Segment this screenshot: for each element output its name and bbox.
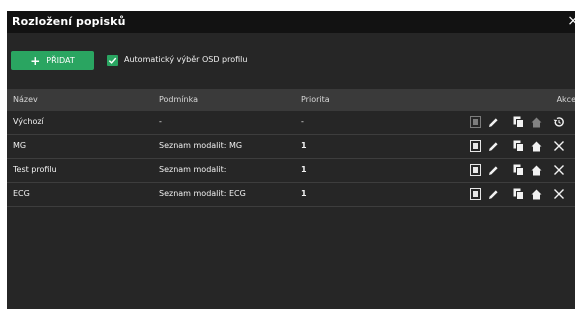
row-name: Test profilu xyxy=(13,165,57,174)
row-condition: Seznam modalit: ECG xyxy=(159,189,246,198)
column-header-actions: Akce xyxy=(556,95,575,104)
row-name: Výchozí xyxy=(13,117,44,126)
row-actions xyxy=(465,159,575,182)
edit-icon[interactable] xyxy=(487,116,499,128)
edit-icon[interactable] xyxy=(487,164,499,176)
toolbar: + PŘIDAT Automatický výběr OSD profilu xyxy=(7,49,575,73)
row-name: MG xyxy=(13,141,27,150)
close-icon[interactable]: × xyxy=(567,13,575,29)
delete-icon[interactable] xyxy=(553,188,565,200)
auto-osd-checkbox[interactable] xyxy=(107,55,118,66)
row-actions xyxy=(465,111,575,134)
row-actions xyxy=(465,135,575,158)
column-header-condition[interactable]: Podmínka xyxy=(159,95,198,104)
copy-icon[interactable] xyxy=(512,164,524,176)
add-button[interactable]: + PŘIDAT xyxy=(11,51,94,70)
add-button-label: PŘIDAT xyxy=(46,56,75,65)
table-row[interactable]: Test profilu Seznam modalit: 1 xyxy=(7,159,575,183)
home-icon[interactable] xyxy=(530,140,542,152)
copy-icon[interactable] xyxy=(512,116,524,128)
osd-preview-icon[interactable] xyxy=(469,140,481,152)
row-condition: Seznam modalit: MG xyxy=(159,141,243,150)
home-icon[interactable] xyxy=(530,164,542,176)
checkmark-icon xyxy=(108,57,117,64)
osd-preview-icon[interactable] xyxy=(469,164,481,176)
label-layout-dialog: Rozložení popisků × + PŘIDAT Automatický… xyxy=(7,11,575,309)
delete-icon[interactable] xyxy=(553,140,565,152)
table-row[interactable]: MG Seznam modalit: MG 1 xyxy=(7,135,575,159)
row-priority: 1 xyxy=(301,141,307,150)
table-header: Název Podmínka Priorita Akce xyxy=(7,89,575,111)
auto-osd-checkbox-label[interactable]: Automatický výběr OSD profilu xyxy=(124,55,247,64)
delete-icon[interactable] xyxy=(553,164,565,176)
osd-preview-icon[interactable] xyxy=(469,116,481,128)
plus-icon: + xyxy=(30,53,41,68)
dialog-titlebar: Rozložení popisků × xyxy=(7,11,575,33)
column-header-priority[interactable]: Priorita xyxy=(301,95,330,104)
osd-preview-icon[interactable] xyxy=(469,188,481,200)
row-priority: - xyxy=(301,117,304,126)
home-icon[interactable] xyxy=(530,116,542,128)
edit-icon[interactable] xyxy=(487,140,499,152)
edit-icon[interactable] xyxy=(487,188,499,200)
table-row[interactable]: Výchozí - - xyxy=(7,111,575,135)
row-condition: - xyxy=(159,117,162,126)
row-actions xyxy=(465,183,575,206)
table-row[interactable]: ECG Seznam modalit: ECG 1 xyxy=(7,183,575,207)
copy-icon[interactable] xyxy=(512,188,524,200)
home-icon[interactable] xyxy=(530,188,542,200)
dialog-title: Rozložení popisků xyxy=(12,15,126,28)
row-name: ECG xyxy=(13,189,30,198)
column-header-name[interactable]: Název xyxy=(13,95,38,104)
copy-icon[interactable] xyxy=(512,140,524,152)
row-priority: 1 xyxy=(301,165,307,174)
row-priority: 1 xyxy=(301,189,307,198)
restore-icon[interactable] xyxy=(553,116,565,128)
row-condition: Seznam modalit: xyxy=(159,165,227,174)
